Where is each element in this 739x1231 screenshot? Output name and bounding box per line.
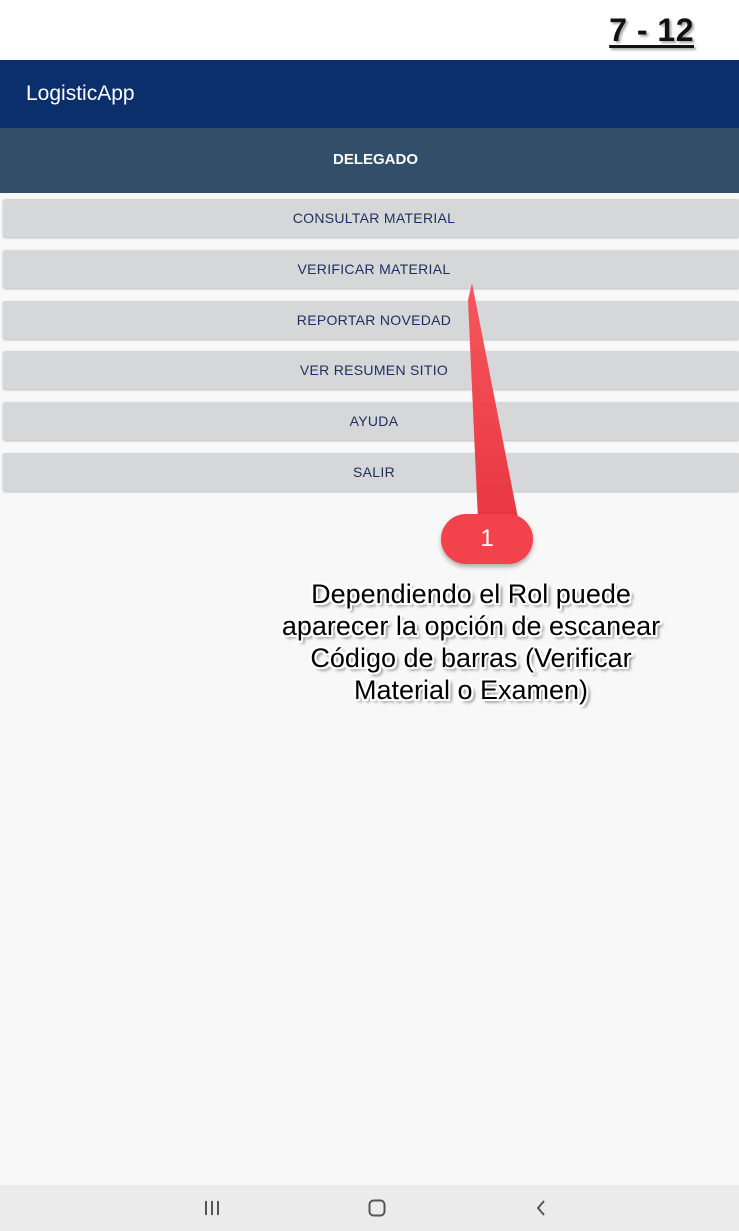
verificar-material-button[interactable]: VERIFICAR MATERIAL	[3, 250, 739, 288]
ayuda-label: AYUDA	[349, 413, 399, 429]
salir-button[interactable]: SALIR	[3, 453, 739, 491]
home-button[interactable]	[357, 1193, 397, 1223]
page-counter: 7 - 12	[609, 12, 694, 48]
app-bar: LogisticApp	[0, 60, 739, 128]
callout-line: Código de barras (Verificar	[310, 643, 632, 673]
callout-line: Material o Examen)	[353, 675, 589, 705]
callout-line: Dependiendo el Rol puede	[311, 579, 631, 609]
ayuda-button[interactable]: AYUDA	[3, 402, 739, 440]
annotation-number: 1	[480, 525, 494, 552]
ver-resumen-sitio-button[interactable]: VER RESUMEN SITIO	[3, 351, 739, 389]
back-icon	[536, 1200, 545, 1216]
salir-label: SALIR	[353, 464, 395, 480]
ver-resumen-sitio-label: VER RESUMEN SITIO	[299, 362, 449, 378]
top-strip: 7 - 12	[0, 0, 739, 60]
app-title: LogisticApp	[26, 82, 135, 105]
role-label: DELEGADO	[332, 151, 418, 168]
annotation-badge: 1	[441, 514, 533, 564]
reportar-novedad-label: REPORTAR NOVEDAD	[296, 312, 452, 328]
reportar-novedad-button[interactable]: REPORTAR NOVEDAD	[3, 301, 739, 339]
consultar-material-label: CONSULTAR MATERIAL	[292, 210, 456, 226]
callout-line: aparecer la opción de escanear	[281, 611, 661, 641]
recent-apps-button[interactable]	[192, 1193, 232, 1223]
consultar-material-button[interactable]: CONSULTAR MATERIAL	[3, 199, 739, 237]
system-nav-bar	[0, 1185, 739, 1231]
verificar-material-label: VERIFICAR MATERIAL	[297, 261, 451, 277]
role-header: DELEGADO	[0, 128, 739, 193]
recent-apps-icon	[205, 1201, 219, 1215]
home-icon	[368, 1199, 386, 1217]
back-button[interactable]	[521, 1193, 561, 1223]
annotation-callout: Dependiendo el Rol puede aparecer la opc…	[262, 578, 680, 706]
